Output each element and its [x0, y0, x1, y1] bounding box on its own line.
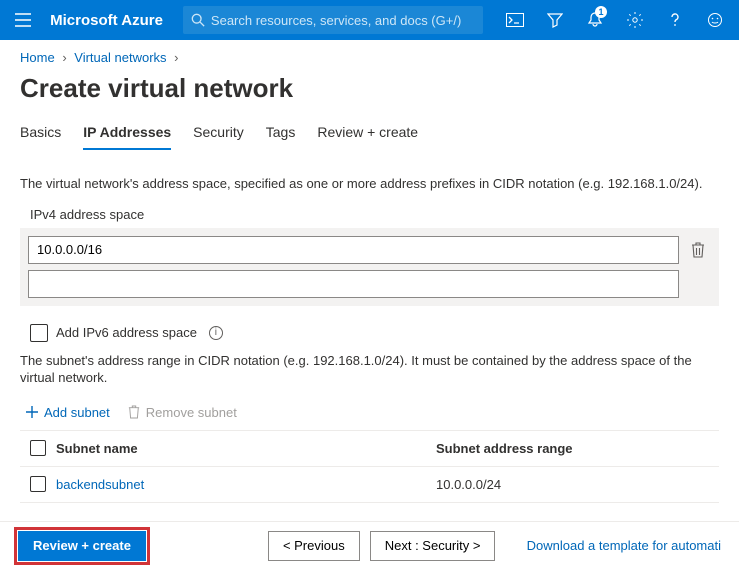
remove-subnet-label: Remove subnet — [146, 405, 237, 420]
delete-address-button[interactable] — [685, 237, 711, 263]
cloud-shell-icon — [506, 13, 524, 27]
review-create-button[interactable]: Review + create — [18, 531, 146, 561]
feedback-button[interactable] — [699, 4, 731, 36]
ipv6-checkbox-label: Add IPv6 address space — [56, 325, 197, 340]
global-search[interactable] — [183, 6, 483, 34]
content-area: The virtual network's address space, spe… — [0, 157, 739, 503]
wizard-tabs: Basics IP Addresses Security Tags Review… — [0, 118, 739, 157]
subnet-name-link[interactable]: backendsubnet — [56, 477, 144, 492]
trash-icon — [128, 405, 140, 419]
chevron-right-icon: › — [174, 50, 178, 65]
previous-button[interactable]: < Previous — [268, 531, 360, 561]
trash-icon — [691, 242, 705, 258]
notifications-button[interactable]: 1 — [579, 4, 611, 36]
add-subnet-label: Add subnet — [44, 405, 110, 420]
tab-tags[interactable]: Tags — [266, 118, 296, 150]
brand-label: Microsoft Azure — [50, 12, 163, 29]
subnet-range-value: 10.0.0.0/24 — [436, 477, 719, 492]
col-subnet-name: Subnet name — [56, 441, 436, 456]
gear-icon — [627, 12, 643, 28]
topbar: Microsoft Azure 1 — [0, 0, 739, 40]
select-all-checkbox[interactable] — [30, 440, 46, 456]
hamburger-icon — [15, 13, 31, 27]
add-subnet-button[interactable]: Add subnet — [26, 405, 110, 420]
search-icon — [191, 13, 205, 27]
download-template-link[interactable]: Download a template for automati — [527, 538, 721, 553]
notification-badge: 1 — [595, 6, 607, 18]
help-button[interactable] — [659, 4, 691, 36]
wizard-footer: Review + create < Previous Next : Securi… — [0, 521, 739, 569]
filter-icon — [547, 12, 563, 28]
next-button[interactable]: Next : Security > — [370, 531, 496, 561]
cloud-shell-button[interactable] — [499, 4, 531, 36]
chevron-right-icon: › — [62, 50, 66, 65]
table-row: backendsubnet 10.0.0.0/24 — [20, 467, 719, 503]
breadcrumb-home[interactable]: Home — [20, 50, 55, 65]
search-input[interactable] — [211, 13, 475, 28]
subnet-table: Subnet name Subnet address range backend… — [20, 430, 719, 503]
ipv4-address-input[interactable] — [28, 236, 679, 264]
ipv4-label: IPv4 address space — [30, 207, 719, 222]
ipv4-address-input-empty[interactable] — [28, 270, 679, 298]
plus-icon — [26, 406, 38, 418]
table-header-row: Subnet name Subnet address range — [20, 431, 719, 467]
remove-subnet-button: Remove subnet — [128, 405, 237, 420]
info-icon[interactable]: i — [209, 326, 223, 340]
tab-basics[interactable]: Basics — [20, 118, 61, 150]
settings-button[interactable] — [619, 4, 651, 36]
breadcrumb-virtual-networks[interactable]: Virtual networks — [74, 50, 166, 65]
page-title: Create virtual network — [0, 69, 739, 118]
tab-ip-addresses[interactable]: IP Addresses — [83, 118, 171, 150]
col-subnet-range: Subnet address range — [436, 441, 719, 456]
breadcrumb: Home › Virtual networks › — [0, 40, 739, 69]
address-space-block — [20, 228, 719, 306]
tab-review-create[interactable]: Review + create — [317, 118, 418, 150]
help-icon — [667, 12, 683, 28]
hamburger-menu-button[interactable] — [8, 4, 38, 36]
smiley-icon — [707, 12, 723, 28]
ipv4-description: The virtual network's address space, spe… — [20, 175, 719, 193]
subnet-description: The subnet's address range in CIDR notat… — [20, 352, 719, 387]
address-row — [28, 236, 711, 264]
row-checkbox[interactable] — [30, 476, 46, 492]
ipv6-checkbox[interactable] — [30, 324, 48, 342]
ipv6-checkbox-row: Add IPv6 address space i — [30, 324, 719, 342]
subnet-toolbar: Add subnet Remove subnet — [26, 405, 719, 420]
directory-filter-button[interactable] — [539, 4, 571, 36]
tab-security[interactable]: Security — [193, 118, 244, 150]
